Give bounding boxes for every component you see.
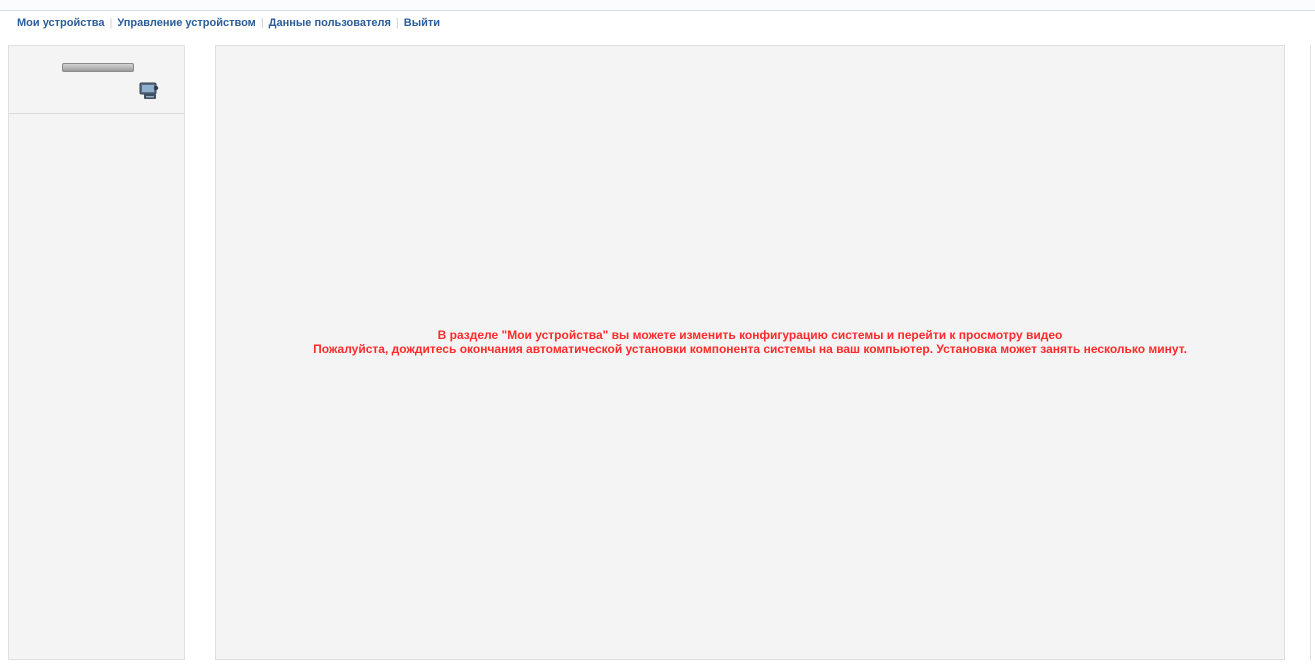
install-message: В разделе "Мои устройства" вы можете изм… (216, 328, 1284, 356)
nav-user-data[interactable]: Данные пользователя (269, 17, 391, 29)
nav-separator: | (260, 17, 264, 29)
nav-my-devices[interactable]: Мои устройства (17, 17, 105, 29)
nav-separator: | (395, 17, 399, 29)
dvr-device-icon[interactable] (138, 81, 160, 101)
right-edge-divider (1310, 45, 1311, 660)
nav-logout[interactable]: Выйти (404, 17, 440, 29)
device-sidebar (8, 45, 185, 660)
nav-device-management[interactable]: Управление устройством (117, 17, 255, 29)
nav-separator: | (109, 17, 113, 29)
main-content-panel: В разделе "Мои устройства" вы можете изм… (215, 45, 1285, 660)
top-border (0, 0, 1315, 11)
device-name-label[interactable] (62, 63, 134, 72)
message-line-2: Пожалуйста, дождитесь окончания автомати… (313, 342, 1187, 356)
top-navigation: Мои устройства | Управление устройством | Да… (17, 17, 440, 29)
message-line-1: В разделе "Мои устройства" вы можете изм… (437, 328, 1063, 342)
device-entry[interactable] (9, 46, 184, 114)
